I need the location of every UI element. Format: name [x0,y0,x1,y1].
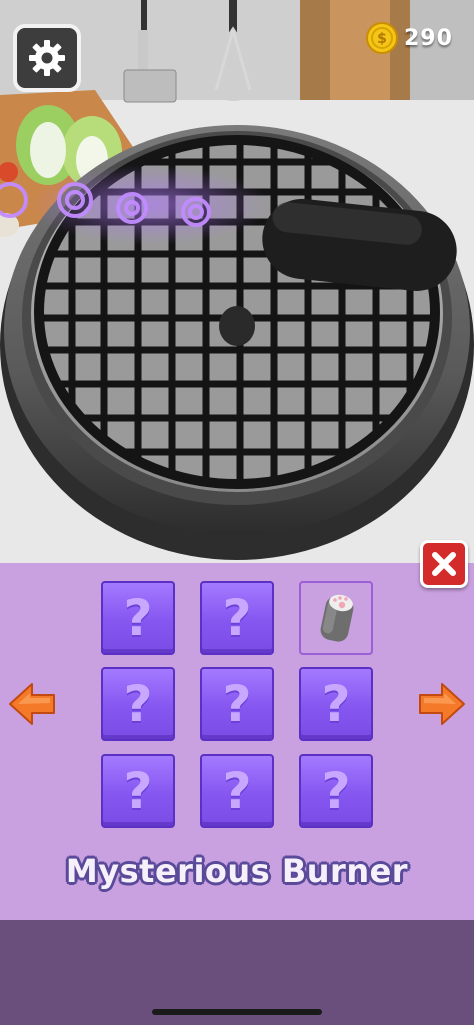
home-indicator[interactable] [152,1009,322,1015]
locked-question-mark: ? [222,762,252,820]
collection-slot-7[interactable]: ? [101,754,175,828]
collection-slot-6[interactable]: ? [299,667,373,741]
collection-slot-3[interactable] [299,581,373,655]
arrow-left-icon [9,683,55,725]
close-icon [432,552,456,576]
gear-icon [29,40,65,76]
collection-slot-4[interactable]: ? [101,667,175,741]
coin-counter: $ 290 [366,20,453,56]
svg-text:$: $ [377,31,387,47]
collection-slot-9[interactable]: ? [299,754,373,828]
coin-count: 290 [404,25,453,51]
locked-question-mark: ? [123,762,153,820]
collection-slot-8[interactable]: ? [200,754,274,828]
locked-question-mark: ? [123,589,153,647]
collection-slot-2[interactable]: ? [200,581,274,655]
locked-question-mark: ? [222,675,252,733]
locked-question-mark: ? [321,762,351,820]
collection-slot-1[interactable]: ? [101,581,175,655]
arrow-right-icon [419,683,465,725]
close-button[interactable] [420,540,468,588]
settings-button[interactable] [13,24,81,92]
collection-title: Mysterious Burner [65,852,409,890]
coin-icon: $ [366,22,398,54]
locked-question-mark: ? [222,589,252,647]
locked-question-mark: ? [321,675,351,733]
locked-question-mark: ? [123,675,153,733]
next-page-button[interactable] [418,680,466,728]
collection-slot-5[interactable]: ? [200,667,274,741]
paw-canister-icon [320,594,354,642]
prev-page-button[interactable] [8,680,56,728]
